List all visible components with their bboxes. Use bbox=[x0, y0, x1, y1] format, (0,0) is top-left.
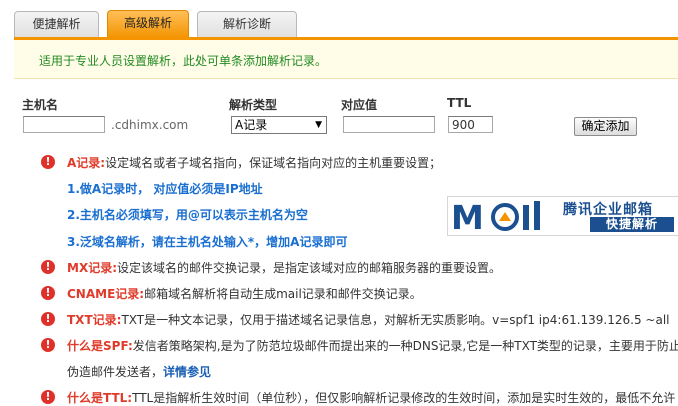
warning-icon: ! bbox=[41, 312, 55, 326]
mx-desc: 设定该域名的邮件交换记录，是指定该域对应的邮箱服务器的重要设置。 bbox=[117, 261, 502, 275]
a-note-2: 2.主机名必须填写，用@可以表示主机名为空 bbox=[67, 208, 308, 222]
type-label: 解析类型 bbox=[229, 98, 278, 112]
notice-bar: 适用于专业人员设置解析，此处可单条添加解析记录。 bbox=[14, 40, 678, 79]
tab-advanced-dns[interactable]: 高级解析 bbox=[107, 10, 189, 38]
spf-detail-link[interactable]: 详情参见 bbox=[163, 365, 211, 379]
ttl-input[interactable] bbox=[448, 116, 493, 133]
txt-key: TXT记录: bbox=[67, 313, 122, 327]
warning-icon: ! bbox=[41, 155, 55, 169]
tab-simple-dns[interactable]: 便捷解析 bbox=[14, 11, 99, 37]
record-type-value: A记录 bbox=[235, 118, 268, 132]
warning-icon: ! bbox=[41, 390, 55, 404]
add-record-button[interactable]: 确定添加 bbox=[574, 117, 637, 136]
value-label: 对应值 bbox=[341, 98, 378, 112]
value-input[interactable] bbox=[343, 116, 435, 133]
ttl-desc: TTL是指解析生效时间（单位秒），但仅影响解析记录修改的生效时间，添加是实时生效… bbox=[132, 391, 676, 405]
ttl-label: TTL bbox=[447, 96, 472, 110]
cname-key: CNAME记录: bbox=[67, 287, 145, 301]
record-type-select[interactable]: A记录 ▼ bbox=[231, 116, 327, 134]
svg-text:M: M bbox=[451, 198, 484, 235]
notice-text: 适用于专业人员设置解析，此处可单条添加解析记录。 bbox=[39, 54, 328, 68]
spf-key: 什么是SPF: bbox=[67, 339, 133, 353]
banner-title: 腾讯企业邮箱 bbox=[563, 202, 653, 218]
tab-dns-diagnosis[interactable]: 解析诊断 bbox=[197, 11, 297, 37]
a-note-1: 1.做A记录时， 对应值必须是IP地址 bbox=[67, 182, 263, 196]
cname-desc: 邮箱域名解析将自动生成mail记录和邮件交换记录。 bbox=[144, 287, 422, 301]
warning-icon: ! bbox=[41, 338, 55, 352]
host-input[interactable] bbox=[23, 116, 105, 133]
dropdown-arrow-icon: ▼ bbox=[315, 120, 322, 130]
mx-key: MX记录: bbox=[67, 261, 117, 275]
warning-icon: ! bbox=[41, 260, 55, 274]
tencent-exmail-banner[interactable]: M 腾讯企业邮箱 快捷解析 bbox=[447, 196, 678, 236]
a-record-desc: 设定域名或者子域名指向，保证域名指向对应的主机重要设置； bbox=[105, 156, 442, 170]
spf-desc: 发信者策略架构,是为了防范垃圾邮件而提出来的一种DNS记录,它是一种TXT类型的… bbox=[132, 339, 678, 353]
a-record-key: A记录: bbox=[67, 156, 106, 170]
ttl-key: 什么是TTL: bbox=[67, 391, 133, 405]
banner-subtitle: 快捷解析 bbox=[590, 217, 674, 232]
a-note-3: 3.泛域名解析，请在主机名处输入*，增加A记录即可 bbox=[67, 235, 348, 249]
txt-desc: TXT是一种文本记录，仅用于描述域名记录信息，对解析无实质影响。v=spf1 i… bbox=[121, 313, 670, 327]
warning-icon: ! bbox=[41, 286, 55, 300]
domain-suffix: .cdhimx.com bbox=[111, 118, 189, 132]
moil-logo-icon: M bbox=[451, 198, 540, 235]
spf-desc-2: 伪造邮件发送者， bbox=[67, 365, 164, 379]
spf-line2: 伪造邮件发送者，详情参见 bbox=[67, 363, 211, 380]
host-label: 主机名 bbox=[22, 98, 59, 112]
